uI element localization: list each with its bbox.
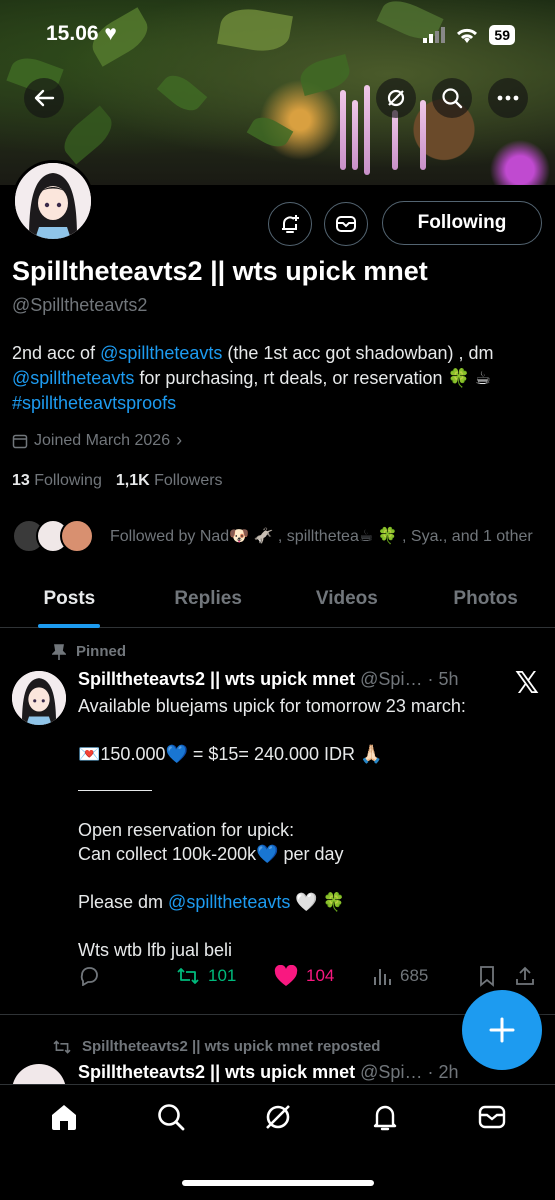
nav-notifications[interactable]: [360, 1097, 410, 1137]
tab-videos[interactable]: Videos: [278, 570, 417, 627]
more-dots-icon: [497, 95, 519, 101]
views-icon: [374, 969, 391, 985]
post-meta: @Spi… · 5h: [355, 669, 459, 689]
post-mention-link[interactable]: @spilltheteavts: [168, 892, 290, 912]
following-count-link[interactable]: 13 Following: [12, 472, 102, 490]
post-header: Spilltheteavts2 || wts upick mnet @Spi… …: [78, 669, 458, 690]
post-line: Can collect 100k-200k💙 per day: [78, 844, 344, 864]
like-button[interactable]: 104: [274, 965, 372, 987]
post-author[interactable]: Spilltheteavts2 || wts upick mnet: [78, 669, 355, 689]
notify-button[interactable]: [268, 202, 312, 246]
profile-handle: @Spilltheteavts2: [12, 295, 148, 315]
home-indicator[interactable]: [182, 1180, 374, 1186]
reply-button[interactable]: [78, 966, 176, 986]
post-avatar[interactable]: [12, 671, 66, 725]
share-button[interactable]: [514, 965, 540, 987]
following-button[interactable]: Following: [382, 201, 542, 245]
tab-replies[interactable]: Replies: [139, 570, 278, 627]
profile-tabs: Posts Replies Videos Photos: [0, 570, 555, 628]
nav-messages[interactable]: [467, 1097, 517, 1137]
message-button[interactable]: [324, 202, 368, 246]
repost-indicator: Spilltheteavts2 || wts upick mnet repost…: [52, 1038, 380, 1055]
post-line: Please dm @spilltheteavts 🤍 🍀: [78, 892, 346, 912]
post-line: Available bluejams upick for tomorrow 23…: [78, 696, 466, 716]
grok-button[interactable]: [376, 78, 416, 118]
reply-icon: [80, 967, 98, 986]
post-header: Spilltheteavts2 || wts upick mnet @Spi… …: [78, 1062, 458, 1083]
retweet-count: 101: [208, 966, 237, 985]
compose-post-button[interactable]: [462, 990, 542, 1070]
calendar-icon: [12, 434, 28, 448]
plus-icon: [489, 1017, 515, 1043]
home-icon: [51, 1105, 76, 1130]
profile-avatar[interactable]: [12, 160, 94, 242]
joined-date[interactable]: Joined March 2026 ›: [12, 430, 182, 451]
nav-home[interactable]: [39, 1097, 89, 1137]
follower-avatar: [60, 519, 94, 553]
follow-counts: 13 Following 1,1K Followers: [12, 472, 223, 490]
avatar-illustration: [15, 163, 91, 239]
bio-hashtag-link[interactable]: #spilltheteavtsproofs: [12, 393, 176, 413]
bell-icon: [373, 1105, 396, 1131]
back-arrow-icon: [34, 89, 55, 107]
nav-grok[interactable]: [253, 1097, 303, 1137]
heart-filled-icon: [274, 965, 298, 986]
retweet-icon: [53, 1039, 71, 1054]
post-author[interactable]: Spilltheteavts2 || wts upick mnet: [78, 1062, 355, 1082]
share-icon: [516, 966, 534, 985]
search-icon: [157, 1104, 184, 1131]
bio-mention-link[interactable]: @spilltheteavts: [12, 368, 134, 388]
bio-text: (the 1st acc got shadowban) , dm: [222, 343, 494, 363]
battery-indicator: 59: [489, 25, 515, 45]
more-button[interactable]: [488, 78, 528, 118]
grok-icon: [265, 1105, 290, 1129]
status-icons: 59: [423, 25, 515, 45]
bell-plus-icon: [282, 215, 299, 233]
envelope-icon: [336, 216, 356, 232]
post-line: 💌150.000💙 = $15= 240.000 IDR 🙏🏻: [78, 744, 383, 764]
chevron-right-icon: ›: [176, 430, 183, 450]
views-button[interactable]: 685: [372, 966, 478, 986]
like-count: 104: [306, 966, 335, 985]
bio-text: 2nd acc of: [12, 343, 101, 363]
retweet-icon: [177, 968, 199, 984]
bookmark-icon: [480, 966, 494, 987]
post-actions: 101 104 685: [78, 962, 543, 990]
pinned-indicator: Pinned: [52, 643, 126, 660]
post-line: Open reservation for upick:: [78, 820, 295, 840]
search-icon: [442, 88, 463, 109]
back-button[interactable]: [24, 78, 64, 118]
followed-by-text: Followed by Nad🐶 🫏 , spillthetea☕ 🍀 , Sy…: [110, 528, 533, 545]
bio-text: for purchasing, rt deals, or reservation…: [134, 368, 492, 388]
grok-icon: [387, 89, 405, 107]
status-time: 15.06 ♥: [46, 22, 117, 45]
search-button[interactable]: [432, 78, 472, 118]
profile-bio: 2nd acc of @spilltheteavts (the 1st acc …: [12, 341, 542, 416]
bio-mention-link[interactable]: @spilltheteavts: [100, 343, 222, 363]
bookmark-button[interactable]: [478, 965, 514, 987]
joined-text: Joined March 2026: [34, 431, 171, 449]
heart-icon: ♥: [104, 22, 117, 45]
followed-by[interactable]: Followed by Nad🐶 🫏 , spillthetea☕ 🍀 , Sy…: [12, 516, 533, 556]
post-line: Wts wtb lfb jual beli: [78, 940, 233, 960]
post-meta: @Spi… · 2h: [355, 1062, 459, 1082]
divider-line: [78, 790, 152, 814]
wifi-icon: [457, 28, 478, 43]
signal-icon: [423, 27, 446, 43]
envelope-icon: [478, 1105, 505, 1129]
avatar-illustration: [12, 671, 66, 725]
tab-posts[interactable]: Posts: [0, 570, 139, 627]
profile-name: Spilltheteavts2 || wts upick mnet: [12, 256, 428, 286]
retweet-button[interactable]: 101: [176, 966, 274, 986]
post-body[interactable]: Available bluejams upick for tomorrow 23…: [78, 694, 528, 962]
tab-photos[interactable]: Photos: [416, 570, 555, 627]
pin-icon: [52, 643, 66, 660]
followers-count-link[interactable]: 1,1K Followers: [116, 472, 223, 490]
status-bar: 15.06 ♥ 59: [0, 22, 555, 52]
nav-search[interactable]: [146, 1097, 196, 1137]
views-count: 685: [400, 966, 429, 985]
